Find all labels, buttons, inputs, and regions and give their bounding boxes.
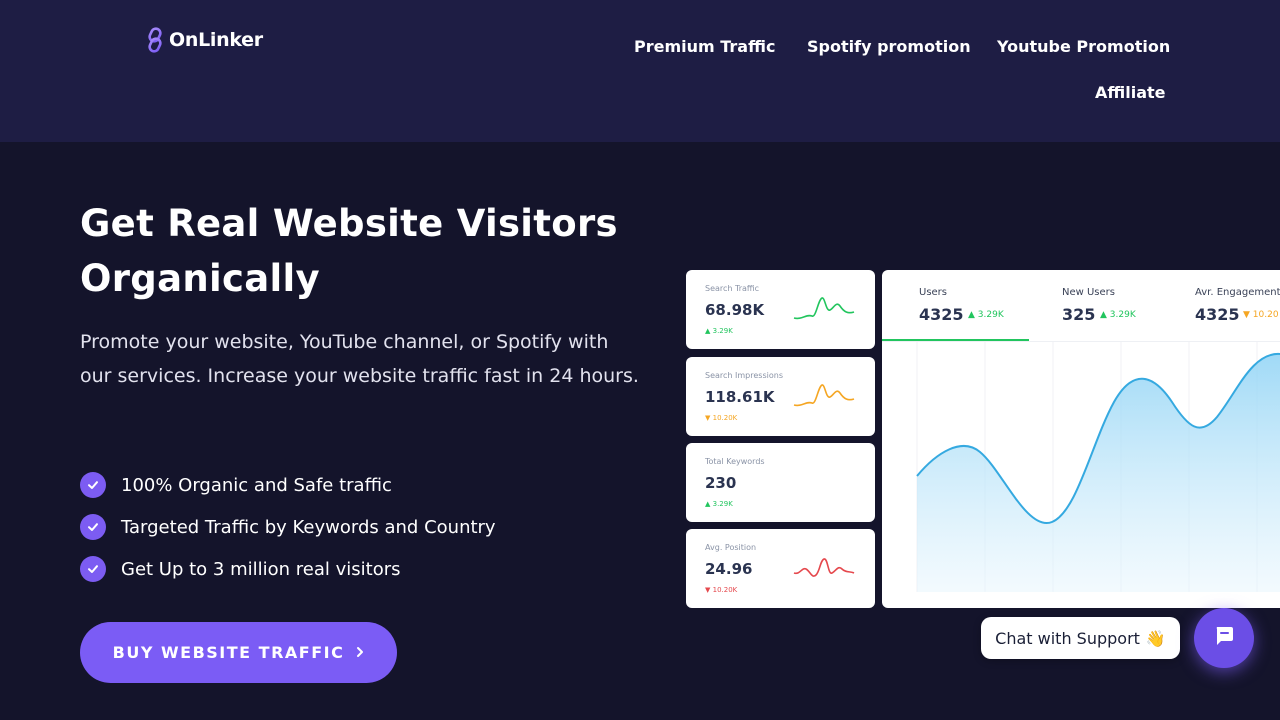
metric-label: Search Traffic — [705, 284, 760, 293]
tab-label: New Users — [1062, 287, 1115, 298]
feature-text: Targeted Traffic by Keywords and Country — [121, 516, 496, 538]
metric-label: Search Impressions — [705, 371, 783, 380]
arrow-up-icon: ▲ — [705, 327, 711, 335]
metric-delta-value: 10.20K — [712, 586, 738, 594]
chat-support-bubble[interactable]: Chat with Support 👋 — [981, 617, 1180, 659]
arrow-up-icon: ▲ — [705, 500, 711, 508]
check-circle-icon — [80, 472, 106, 498]
metric-delta-value: 3.29K — [712, 500, 733, 508]
waving-hand-icon: 👋 — [1145, 628, 1166, 648]
metric-delta: ▲ 3.29K — [705, 327, 733, 335]
nav-youtube-promotion[interactable]: Youtube Promotion — [997, 37, 1170, 56]
arrow-down-icon: ▼ — [705, 586, 711, 594]
logo-text: OnLinker — [169, 29, 263, 51]
tab-delta-value: 3.29K — [1109, 310, 1136, 320]
tab-value: 4325 — [919, 305, 964, 324]
metric-delta-value: 10.20K — [712, 414, 738, 422]
tab-delta: ▲ 3.29K — [1100, 310, 1136, 320]
chevron-right-icon — [356, 643, 364, 662]
metric-delta: ▼ 10.20K — [705, 586, 737, 594]
feature-item: Targeted Traffic by Keywords and Country — [80, 506, 496, 548]
tab-value: 4325 — [1195, 305, 1240, 324]
arrow-up-icon: ▲ — [968, 310, 975, 320]
buy-website-traffic-button[interactable]: BUY WEBSITE TRAFFIC — [80, 622, 397, 683]
tab-value: 325 — [1062, 305, 1096, 324]
cta-label: BUY WEBSITE TRAFFIC — [112, 643, 345, 662]
nav-spotify-promotion[interactable]: Spotify promotion — [807, 37, 971, 56]
feature-text: Get Up to 3 million real visitors — [121, 558, 401, 580]
check-circle-icon — [80, 514, 106, 540]
metric-delta: ▲ 3.29K — [705, 500, 733, 508]
tab-label: Users — [919, 287, 948, 298]
metric-delta-value: 3.29K — [712, 327, 733, 335]
feature-list: 100% Organic and Safe traffic Targeted T… — [80, 464, 496, 590]
chart-area — [917, 353, 1280, 592]
metric-value: 68.98K — [705, 301, 765, 319]
metric-card-search-traffic: Search Traffic 68.98K ▲ 3.29K — [686, 270, 875, 349]
metric-card-total-keywords: Total Keywords 230 ▲ 3.29K — [686, 443, 875, 522]
feature-item: Get Up to 3 million real visitors — [80, 548, 496, 590]
site-header: OnLinker Premium Traffic Spotify promoti… — [0, 0, 1280, 142]
hero-subtitle: Promote your website, YouTube channel, o… — [80, 331, 639, 387]
chat-bubble-text: Chat with Support — [995, 628, 1140, 648]
nav-premium-traffic[interactable]: Premium Traffic — [634, 37, 775, 56]
logo[interactable]: OnLinker — [145, 27, 263, 53]
open-chat-button[interactable] — [1194, 608, 1254, 668]
sparkline — [793, 384, 855, 407]
metric-value: 24.96 — [705, 560, 753, 578]
metric-value: 118.61K — [705, 388, 775, 406]
arrow-down-icon: ▼ — [1243, 310, 1250, 320]
hero-title: Get Real Website Visitors Organically — [80, 202, 618, 300]
tab-delta: ▼ 10.20 — [1243, 310, 1279, 320]
metric-value: 230 — [705, 474, 737, 492]
analytics-panel: Users 4325 ▲ 3.29K New Users 325 ▲ 3.29K… — [882, 270, 1280, 608]
chat-icon — [1212, 624, 1236, 652]
metric-delta: ▼ 10.20K — [705, 414, 737, 422]
metric-label: Total Keywords — [705, 457, 765, 466]
arrow-down-icon: ▼ — [705, 414, 711, 422]
tab-delta: ▲ 3.29K — [968, 310, 1004, 320]
link-icon — [145, 27, 165, 53]
tab-label: Avr. Engagement T — [1195, 287, 1280, 298]
tab-delta-value: 10.20 — [1252, 310, 1279, 320]
feature-item: 100% Organic and Safe traffic — [80, 464, 496, 506]
area-chart — [916, 342, 1280, 592]
metric-card-avg-position: Avg. Position 24.96 ▼ 10.20K — [686, 529, 875, 608]
feature-text: 100% Organic and Safe traffic — [121, 474, 392, 496]
arrow-up-icon: ▲ — [1100, 310, 1107, 320]
sparkline — [793, 558, 855, 577]
sparkline — [793, 297, 855, 320]
tab-delta-value: 3.29K — [977, 310, 1004, 320]
check-circle-icon — [80, 556, 106, 582]
metric-card-search-impressions: Search Impressions 118.61K ▼ 10.20K — [686, 357, 875, 436]
nav-affiliate[interactable]: Affiliate — [1095, 83, 1166, 102]
metric-label: Avg. Position — [705, 543, 757, 552]
